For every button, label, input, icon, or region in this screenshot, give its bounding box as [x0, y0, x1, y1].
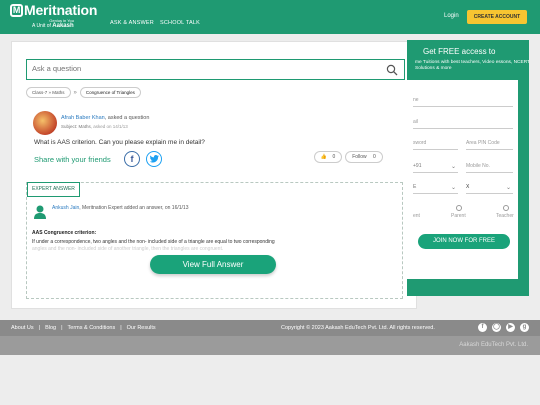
question-date: , asked on 14/1/13 — [90, 124, 128, 129]
expert-answer-tag: EXPERT ANSWER — [27, 182, 80, 197]
search-icon[interactable] — [386, 64, 398, 76]
footer-our-results[interactable]: Our Results — [127, 325, 156, 331]
like-button[interactable]: 👍 0 — [314, 151, 342, 163]
signup-panel: Get FREE access to me Tuitions with best… — [407, 40, 529, 296]
ask-question-box[interactable] — [26, 59, 405, 80]
copyright-text: Copyright © 2023 Aakash EduTech Pvt. Ltd… — [281, 325, 435, 331]
question-card: Class-7 » Maths » Congruence of Triangle… — [11, 41, 417, 309]
create-account-button[interactable]: CREATE ACCOUNT — [467, 10, 527, 24]
footer: About Us | Blog | Terms & Conditions | Our … — [0, 320, 540, 336]
meritnation-logo[interactable]: M Meritnation Genius in You A Unit of Aa… — [10, 3, 97, 30]
terms-link[interactable]: T&C — [475, 269, 483, 274]
follow-label: Follow — [352, 154, 367, 160]
footer-blog[interactable]: Blog — [45, 325, 56, 331]
answer-text: If under a correspondence, two angles an… — [32, 239, 275, 245]
footer-bottom: Aakash EduTech Pvt. Ltd. — [0, 336, 540, 355]
follow-count: 0 — [373, 154, 376, 160]
share-label: Share with your friends — [34, 155, 111, 164]
answer-title: AAS Congruence criterion: — [32, 230, 97, 236]
password-field[interactable]: sword — [413, 140, 458, 150]
footer-brand: Aakash EduTech Pvt. Ltd. — [459, 342, 528, 348]
breadcrumb-class-subject[interactable]: Class-7 » Maths — [26, 87, 71, 98]
expert-answer-box: EXPERT ANSWER Ankush Jain, Meritnation E… — [26, 182, 403, 299]
expert-name[interactable]: Ankush Jain — [52, 205, 79, 211]
signup-form: ne ail sword Area PIN Code +91 ⌄ Mobile … — [407, 80, 518, 279]
mobile-field[interactable]: Mobile No. — [466, 163, 513, 173]
logo-aakash-prefix: A Unit of — [32, 23, 51, 29]
grade-select-value: E — [413, 184, 417, 190]
pin-code-field[interactable]: Area PIN Code — [466, 140, 513, 150]
like-count: 0 — [332, 154, 336, 160]
email-field[interactable]: ail — [413, 119, 513, 129]
join-now-button[interactable]: JOIN NOW FOR FREE — [418, 234, 510, 249]
google-plus-icon[interactable]: g — [520, 323, 529, 332]
asker-action: , asked a question — [104, 115, 150, 121]
signup-title: Get FREE access to — [423, 47, 496, 56]
country-code-select[interactable]: +91 ⌄ — [413, 163, 458, 173]
expert-avatar-icon — [34, 205, 46, 219]
expert-action: , Meritnation Expert added an answer, on… — [79, 205, 189, 211]
chevron-down-icon: ⌄ — [450, 164, 456, 170]
breadcrumb-topic[interactable]: Congruence of Triangles — [79, 87, 141, 98]
parent-radio-label[interactable]: Parent — [451, 213, 466, 219]
login-link[interactable]: Login — [444, 13, 459, 19]
board-select[interactable]: X ⌄ — [466, 184, 513, 194]
board-select-value: X — [466, 184, 470, 190]
parent-radio[interactable] — [456, 205, 462, 211]
youtube-icon[interactable]: ▶ — [506, 323, 515, 332]
twitter-share-icon[interactable] — [146, 151, 162, 167]
question-text: What is AAS criterion. Can you please ex… — [34, 139, 205, 146]
question-subject: Subject: Maths — [61, 124, 91, 129]
footer-about-us[interactable]: About Us — [11, 325, 34, 331]
view-full-answer-button[interactable]: View Full Answer — [150, 255, 276, 274]
answer-text-faded: angles and the non- included side of ano… — [32, 246, 224, 252]
logo-main-text: Meritnation — [24, 2, 98, 18]
twitter-bird-icon — [149, 155, 159, 163]
asker-avatar[interactable] — [33, 111, 57, 135]
breadcrumb: Class-7 » Maths » Congruence of Triangle… — [26, 87, 141, 98]
grade-select[interactable]: E ⌄ — [413, 184, 458, 194]
chevron-down-icon: ⌄ — [505, 185, 511, 191]
footer-terms[interactable]: Terms & Conditions — [68, 325, 116, 331]
terms-text: By joining you agree to our — [426, 269, 474, 274]
nav-school-talk[interactable]: SCHOOL TALK — [160, 20, 200, 26]
nav-ask-answer[interactable]: ASK & ANSWER — [110, 20, 154, 26]
signup-subtitle: me Tuitions with best teachers, Video es… — [415, 60, 529, 71]
instagram-icon[interactable]: ◯ — [492, 323, 501, 332]
top-navbar: M Meritnation Genius in You A Unit of Aa… — [0, 0, 540, 34]
facebook-share-icon[interactable]: f — [124, 151, 140, 167]
teacher-radio[interactable] — [503, 205, 509, 211]
ask-question-input[interactable] — [32, 64, 372, 73]
thumbs-up-icon: 👍 — [320, 154, 327, 160]
teacher-radio-label[interactable]: Teacher — [496, 213, 514, 219]
student-radio-label[interactable]: ent — [413, 213, 420, 219]
breadcrumb-separator: » — [73, 89, 77, 96]
logo-aakash: Aakash — [52, 23, 74, 29]
follow-button[interactable]: Follow 0 — [345, 151, 383, 163]
country-code-value: +91 — [413, 163, 422, 169]
chevron-down-icon: ⌄ — [450, 185, 456, 191]
name-field[interactable]: ne — [413, 97, 513, 107]
logo-m-icon: M — [10, 4, 23, 17]
asker-name[interactable]: Afrah Baber Khan — [61, 115, 105, 121]
facebook-icon[interactable]: f — [478, 323, 487, 332]
